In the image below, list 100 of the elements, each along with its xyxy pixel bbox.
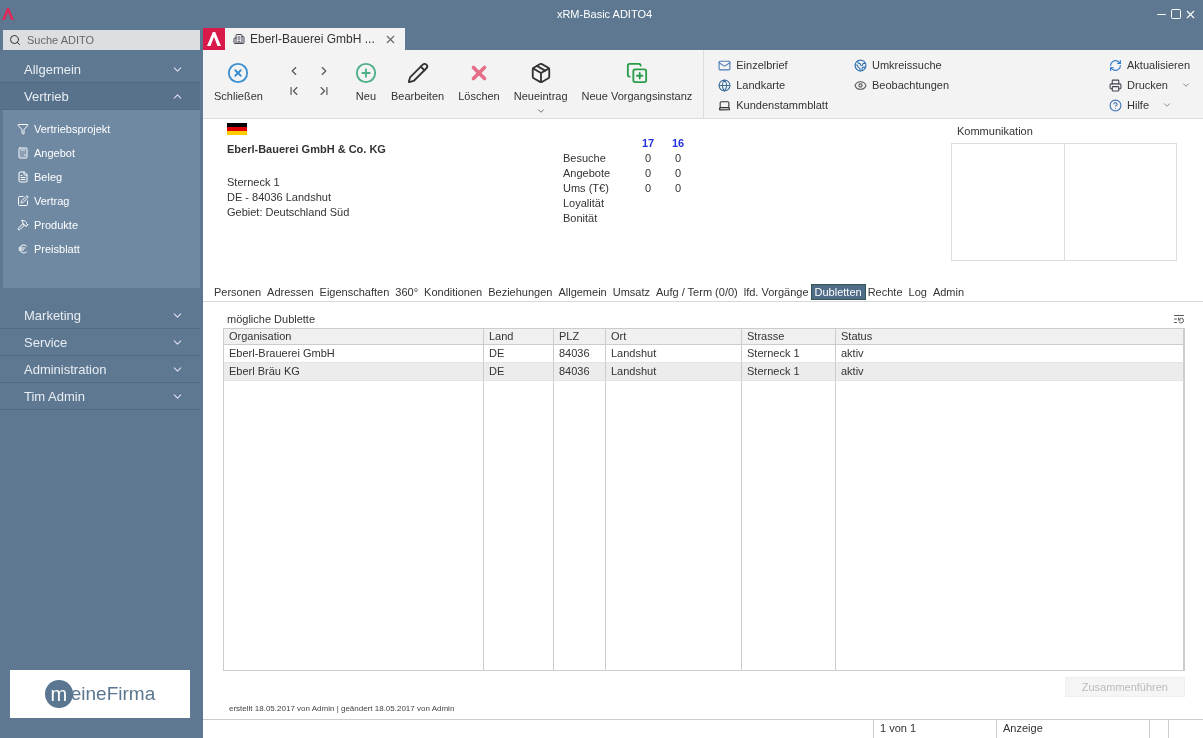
logo-icon	[2, 8, 14, 20]
table-cell[interactable]: Landshut	[606, 345, 742, 363]
company-logo: m eineFirma	[10, 670, 190, 718]
search-icon	[9, 34, 21, 46]
table-cell[interactable]: Sterneck 1	[742, 345, 836, 363]
laptop-icon	[718, 98, 732, 112]
detail-tab[interactable]: Allgemein	[555, 285, 610, 299]
pencil-icon	[406, 62, 429, 84]
detail-tab[interactable]: Adressen	[264, 285, 317, 299]
sidebar-item[interactable]: Vertriebsprojekt	[17, 120, 200, 138]
sidebar-item[interactable]: Produkte	[17, 216, 200, 234]
address-line: DE - 84036 Landshut	[227, 190, 332, 205]
company-name: Eberl-Bauerei GmbH & Co. KG	[227, 143, 387, 155]
detail-tab[interactable]: Admin	[929, 285, 968, 299]
table-cell[interactable]: DE	[484, 345, 554, 363]
detail-tab[interactable]: Aufg / Term (0/0)	[653, 285, 741, 299]
detail-tab[interactable]: Dubletten	[811, 285, 865, 299]
printer-icon	[1109, 78, 1123, 92]
letter-icon	[718, 58, 732, 72]
table-cell[interactable]: DE	[484, 363, 554, 381]
detail-tab[interactable]: 360°	[392, 285, 422, 299]
stat-value: 0	[643, 167, 653, 179]
toolbar-link[interactable]: Kundenstammblatt	[718, 96, 828, 114]
detail-tab[interactable]: Rechte	[864, 285, 906, 299]
toolbar-button[interactable]: Bearbeiten	[383, 50, 452, 118]
menu-item-icon	[17, 219, 29, 231]
stat-value: 0	[673, 152, 683, 164]
toolbar-link[interactable]: Umkreissuche	[853, 56, 950, 74]
toolbar-link[interactable]: Drucken	[1109, 76, 1191, 94]
stat-label: Ums (T€)	[563, 182, 610, 194]
address-line: Sterneck 1	[227, 175, 281, 190]
table-title: mögliche Dublette	[227, 313, 316, 325]
column-header[interactable]: Ort	[606, 329, 742, 345]
globe-icon	[718, 78, 732, 92]
toolbar-button[interactable]: Neue Vorgangsinstanz	[574, 50, 700, 118]
toolbar-button[interactable]: Neueintrag	[506, 50, 575, 118]
toolbar-link[interactable]: Beobachtungen	[853, 76, 950, 94]
sidebar-section[interactable]: Vertrieb	[0, 83, 200, 110]
maximize-icon[interactable]	[1170, 7, 1182, 20]
building-icon	[233, 33, 245, 45]
sidebar-item[interactable]: Preisblatt	[17, 240, 200, 258]
table-cell[interactable]: aktiv	[836, 363, 1184, 381]
status-text: 1 von 1	[873, 720, 996, 738]
close-icon	[227, 62, 250, 84]
detail-tab[interactable]: Personen	[211, 285, 265, 299]
stat-label: Bonität	[563, 212, 599, 224]
menu-item-icon	[17, 147, 29, 159]
stat-label: Loyalität	[563, 197, 605, 209]
toolbar-link[interactable]: Einzelbrief	[718, 56, 828, 74]
toolbar-button[interactable]: Löschen	[451, 50, 507, 118]
app-logo[interactable]	[203, 28, 225, 50]
detail-tab[interactable]: Konditionen	[421, 285, 486, 299]
detail-tab[interactable]: Eigenschaften	[316, 285, 393, 299]
search-field[interactable]: Suche ADITO	[3, 30, 200, 50]
status-text: Anzeige	[996, 720, 1149, 738]
table-cell[interactable]: Eberl Bräu KG	[224, 363, 484, 381]
table-options-icon[interactable]	[1173, 313, 1185, 325]
sidebar-item[interactable]: Vertrag	[17, 192, 200, 210]
toolbar-link[interactable]: Aktualisieren	[1109, 56, 1191, 74]
table-cell[interactable]: aktiv	[836, 345, 1184, 363]
stat-value: 0	[643, 182, 653, 194]
panel-title: Kommunikation	[956, 124, 1034, 139]
column-header[interactable]: Land	[484, 329, 554, 345]
column-header[interactable]: Strasse	[742, 329, 836, 345]
table-cell[interactable]: Sterneck 1	[742, 363, 836, 381]
refresh-icon	[1109, 58, 1123, 72]
toolbar-button[interactable]: Neu	[347, 50, 384, 118]
detail-tab[interactable]: lfd. Vorgänge	[740, 285, 812, 299]
menu-item-icon	[17, 243, 29, 255]
detail-tab[interactable]: Beziehungen	[485, 285, 556, 299]
eye-icon	[853, 78, 867, 92]
copy-plus-icon	[625, 62, 648, 84]
column-header[interactable]: Organisation	[224, 329, 484, 345]
table-cell[interactable]: 84036	[554, 363, 606, 381]
toolbar-link[interactable]: Hilfe	[1109, 96, 1191, 114]
window-title: xRM-Basic ADITO4	[555, 8, 654, 20]
column-header[interactable]: Status	[836, 329, 1184, 345]
menu-item-icon	[17, 123, 29, 135]
stat-value: 0	[673, 167, 683, 179]
stat-value: 0	[673, 182, 683, 194]
table-cell[interactable]: 84036	[554, 345, 606, 363]
sidebar-item[interactable]: Angebot	[17, 144, 200, 162]
record-info: erstellt 18.05.2017 von Admin | geändert 18.05.2017 von Admin	[229, 704, 455, 713]
table-cell[interactable]: Landshut	[606, 363, 742, 381]
toolbar-link[interactable]: Landkarte	[718, 76, 828, 94]
menu-item-icon	[17, 171, 29, 183]
detail-tab[interactable]: Umsatz	[609, 285, 653, 299]
address-line: Gebiet: Deutschland Süd	[227, 205, 351, 220]
toolbar-button[interactable]: Schließen	[207, 50, 270, 118]
stat-header: 17	[640, 137, 656, 149]
column-header[interactable]: PLZ	[554, 329, 606, 345]
table-cell[interactable]: Eberl-Brauerei GmbH	[224, 345, 484, 363]
stat-value: 0	[643, 152, 653, 164]
detail-tab[interactable]: Log	[905, 285, 930, 299]
document-tab[interactable]: Eberl-Bauerei GmbH ...	[225, 28, 405, 50]
sidebar-item[interactable]: Beleg	[17, 168, 200, 186]
flag-icon	[227, 123, 247, 135]
stat-header: 16	[670, 137, 686, 149]
box-plus-icon	[529, 62, 552, 84]
stat-label: Angebote	[563, 167, 612, 179]
